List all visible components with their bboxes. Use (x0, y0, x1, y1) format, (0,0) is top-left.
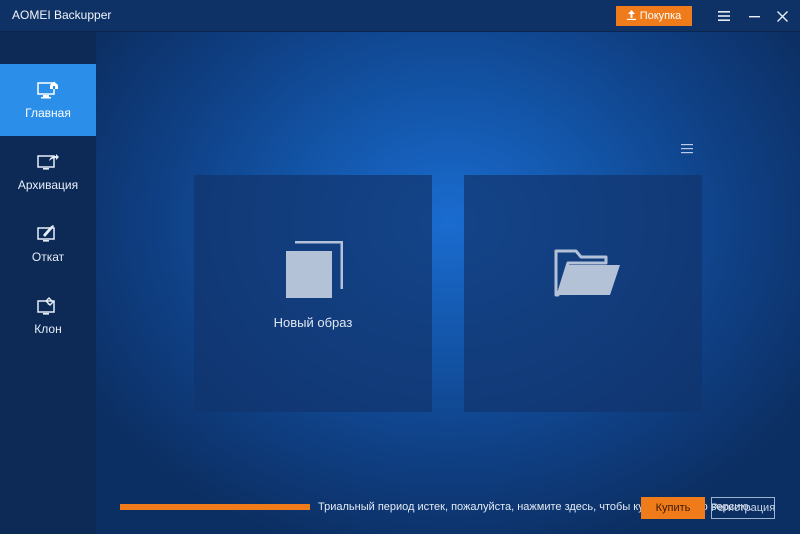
backup-icon (37, 154, 59, 170)
buy-button[interactable]: Покупка (616, 6, 692, 26)
upgrade-arrow-icon (626, 9, 636, 23)
list-view-icon (681, 144, 693, 154)
app-title: AOMEI Backupper (12, 8, 112, 22)
buy-button-label: Покупка (639, 10, 682, 22)
sidebar-item-clone[interactable]: Клон (0, 280, 96, 352)
title-bar: AOMEI Backupper Покупка (0, 0, 800, 32)
minimize-button[interactable] (746, 8, 762, 24)
tile-label: Новый образ (273, 315, 353, 330)
minimize-icon (748, 15, 760, 17)
hamburger-menu-icon (718, 11, 730, 21)
sidebar-item-label: Архивация (17, 178, 79, 192)
purchase-button[interactable]: Купить (641, 497, 705, 519)
sidebar-item-label: Откат (31, 250, 65, 264)
main-area: Новый образ (96, 32, 800, 534)
sidebar-item-label: Клон (34, 322, 62, 336)
purchase-button-label: Купить (655, 502, 691, 514)
open-folder-tile[interactable] (464, 175, 702, 412)
menu-button[interactable] (716, 8, 732, 24)
sidebar: Главная Архивация Откат Клон (0, 32, 96, 534)
close-icon (776, 10, 788, 22)
new-image-tile[interactable]: Новый образ (194, 175, 432, 412)
sidebar-item-label: Главная (25, 106, 71, 120)
restore-icon (37, 225, 55, 242)
trial-progress-bar (120, 504, 310, 510)
register-button[interactable]: Регистрация (711, 497, 775, 519)
sidebar-item-backup[interactable]: Архивация (0, 136, 96, 208)
layout-toggle-button[interactable] (680, 140, 694, 154)
new-image-icon (286, 241, 343, 298)
clone-icon (37, 297, 55, 315)
home-monitor-icon (37, 81, 58, 99)
folder-open-icon (554, 249, 620, 297)
sidebar-item-restore[interactable]: Откат (0, 208, 96, 280)
close-button[interactable] (774, 8, 790, 24)
sidebar-item-home[interactable]: Главная (0, 64, 96, 136)
register-button-label: Регистрация (710, 502, 776, 514)
